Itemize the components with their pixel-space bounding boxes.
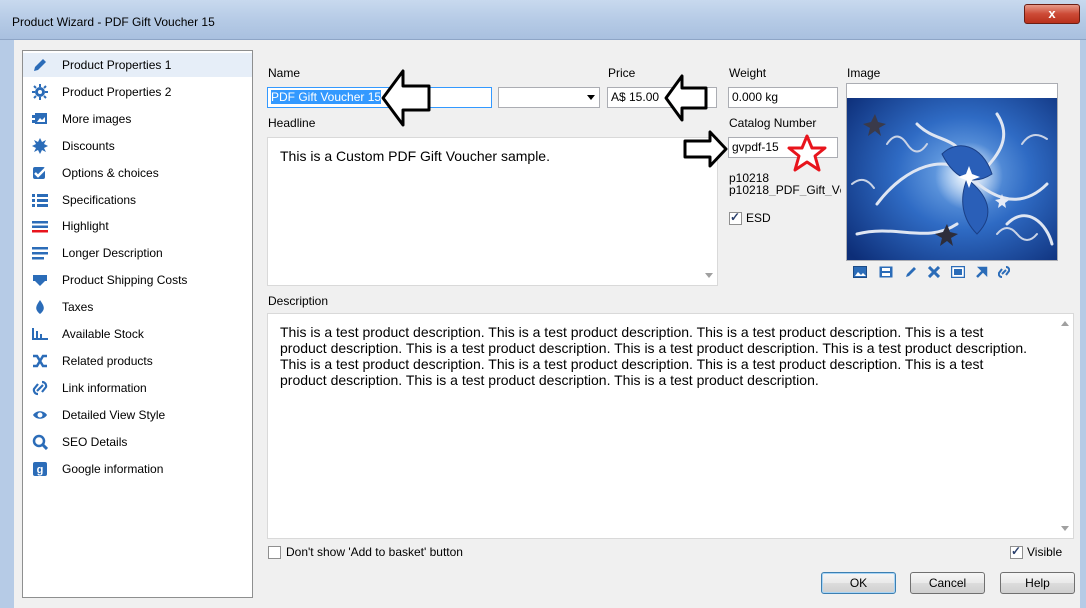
voucher-ribbon-image xyxy=(847,84,1057,260)
sidebar-item-product-properties-2[interactable]: Product Properties 2 xyxy=(23,80,252,104)
title-bar[interactable]: Product Wizard - PDF Gift Voucher 15 x xyxy=(0,0,1086,40)
sidebar-item-seo-details[interactable]: SEO Details xyxy=(23,430,252,454)
sidebar-item-label: Highlight xyxy=(62,219,109,234)
product-id-line1: p10218 xyxy=(729,171,770,185)
sidebar-item-label: Product Properties 1 xyxy=(62,58,172,72)
name-input-selected-text: PDF Gift Voucher 15 xyxy=(271,90,382,104)
image-label: Image xyxy=(847,66,881,80)
sidebar-item-label: Link information xyxy=(62,380,147,395)
highlight-star-icon xyxy=(787,134,827,172)
stock-icon xyxy=(31,325,49,343)
sidebar-item-product-properties-1[interactable]: Product Properties 1 xyxy=(23,53,252,77)
sidebar-item-label: SEO Details xyxy=(62,434,128,449)
sidebar-item-label: Specifications xyxy=(62,192,137,207)
truck-icon xyxy=(31,271,49,289)
cancel-button[interactable]: Cancel xyxy=(910,572,985,594)
sidebar-item-label: Longer Description xyxy=(62,246,163,261)
weight-label: Weight xyxy=(729,66,767,80)
pencil-icon xyxy=(31,56,49,74)
google-icon: g xyxy=(31,460,49,478)
headline-label: Headline xyxy=(268,116,316,130)
list-icon xyxy=(31,191,49,209)
sidebar-item-label: Detailed View Style xyxy=(62,407,166,422)
sidebar-item-label: More images xyxy=(62,111,132,126)
weight-input[interactable]: 0.000 kg xyxy=(728,87,838,108)
edit-icon[interactable] xyxy=(902,264,920,280)
sidebar-item-options-choices[interactable]: Options & choices xyxy=(23,161,252,185)
highlight-icon xyxy=(31,217,49,235)
sidebar-item-product-shipping-costs[interactable]: Product Shipping Costs xyxy=(23,268,252,292)
sidebar-item-label: Related products xyxy=(62,353,153,368)
sidebar-item-discounts[interactable]: Discounts xyxy=(23,134,252,158)
price-label: Price xyxy=(608,66,636,80)
sidebar-item-detailed-view-style[interactable]: Detailed View Style xyxy=(23,403,252,427)
name-pointer-arrow-icon xyxy=(381,69,431,127)
sidebar-item-longer-description[interactable]: Longer Description xyxy=(23,241,252,265)
product-image[interactable] xyxy=(846,83,1058,261)
description-label: Description xyxy=(268,294,329,308)
sidebar-item-more-images[interactable]: More images xyxy=(23,107,252,131)
visible-checkbox[interactable] xyxy=(1010,544,1023,559)
visible-label: Visible xyxy=(1027,545,1063,559)
catalog-pointer-arrow-icon xyxy=(683,130,728,168)
svg-text:g: g xyxy=(37,464,44,476)
dont-show-basket-label: Don't show 'Add to basket' button xyxy=(286,545,463,559)
price-pointer-arrow-icon xyxy=(664,74,708,122)
sidebar-item-google-information[interactable]: g Google information xyxy=(23,457,252,481)
description-text: This is a test product description. This… xyxy=(280,324,1028,388)
chevron-down-icon xyxy=(587,95,595,100)
name-input[interactable]: PDF Gift Voucher 15 xyxy=(267,87,492,108)
product-id-line2: p10218_PDF_Gift_Vc xyxy=(729,184,841,196)
sidebar-item-link-information[interactable]: Link information xyxy=(23,376,252,400)
sidebar-item-label: Discounts xyxy=(62,138,115,153)
sidebar-item-label: Options & choices xyxy=(62,165,159,180)
window-frame-left xyxy=(0,40,14,608)
check-icon xyxy=(31,164,49,182)
name-language-dropdown[interactable] xyxy=(498,87,600,108)
sidebar-item-label: Product Shipping Costs xyxy=(62,273,188,288)
eye-icon xyxy=(31,406,49,424)
arrow-icon[interactable] xyxy=(973,264,991,280)
dont-show-basket-checkbox[interactable] xyxy=(268,546,281,559)
sidebar-nav: Product Properties 1 Product Properties 2… xyxy=(22,50,253,598)
esd-label: ESD xyxy=(746,211,771,225)
sidebar-item-specifications[interactable]: Specifications xyxy=(23,188,252,212)
sidebar-item-label: Google information xyxy=(62,461,164,476)
lines-icon xyxy=(31,244,49,262)
close-button[interactable]: x xyxy=(1024,4,1080,24)
delete-icon[interactable] xyxy=(925,264,943,280)
starburst-icon xyxy=(31,137,49,155)
sidebar-item-related-products[interactable]: Related products xyxy=(23,349,252,373)
catalog-number-label: Catalog Number xyxy=(729,116,817,130)
window-title: Product Wizard - PDF Gift Voucher 15 xyxy=(12,15,215,29)
window-frame-right xyxy=(1080,40,1086,608)
sidebar-item-label: Taxes xyxy=(62,300,94,315)
name-label: Name xyxy=(268,66,301,80)
film-icon[interactable] xyxy=(877,264,895,280)
esd-checkbox[interactable] xyxy=(729,210,742,225)
shuffle-icon xyxy=(31,352,49,370)
images-icon xyxy=(31,110,49,128)
drop-icon xyxy=(31,298,49,316)
picture-icon[interactable] xyxy=(851,264,869,280)
headline-text: This is a Custom PDF Gift Voucher sample… xyxy=(280,148,550,164)
sidebar-item-label: Product Properties 2 xyxy=(62,84,172,99)
sidebar-item-label: Available Stock xyxy=(62,327,144,341)
sidebar-item-available-stock[interactable]: Available Stock xyxy=(23,322,252,346)
help-button[interactable]: Help xyxy=(1000,572,1075,594)
description-scrollbar[interactable] xyxy=(1056,314,1073,538)
search-icon xyxy=(31,433,49,451)
link-icon[interactable] xyxy=(995,264,1013,280)
sidebar-item-taxes[interactable]: Taxes xyxy=(23,295,252,319)
headline-textarea[interactable]: This is a Custom PDF Gift Voucher sample… xyxy=(267,137,718,286)
link-icon xyxy=(31,379,49,397)
sidebar-item-highlight[interactable]: Highlight xyxy=(23,214,252,238)
ok-button[interactable]: OK xyxy=(821,572,896,594)
gear-icon xyxy=(31,83,49,101)
image-replace-icon[interactable] xyxy=(949,264,967,280)
description-textarea[interactable]: This is a test product description. This… xyxy=(267,313,1074,539)
